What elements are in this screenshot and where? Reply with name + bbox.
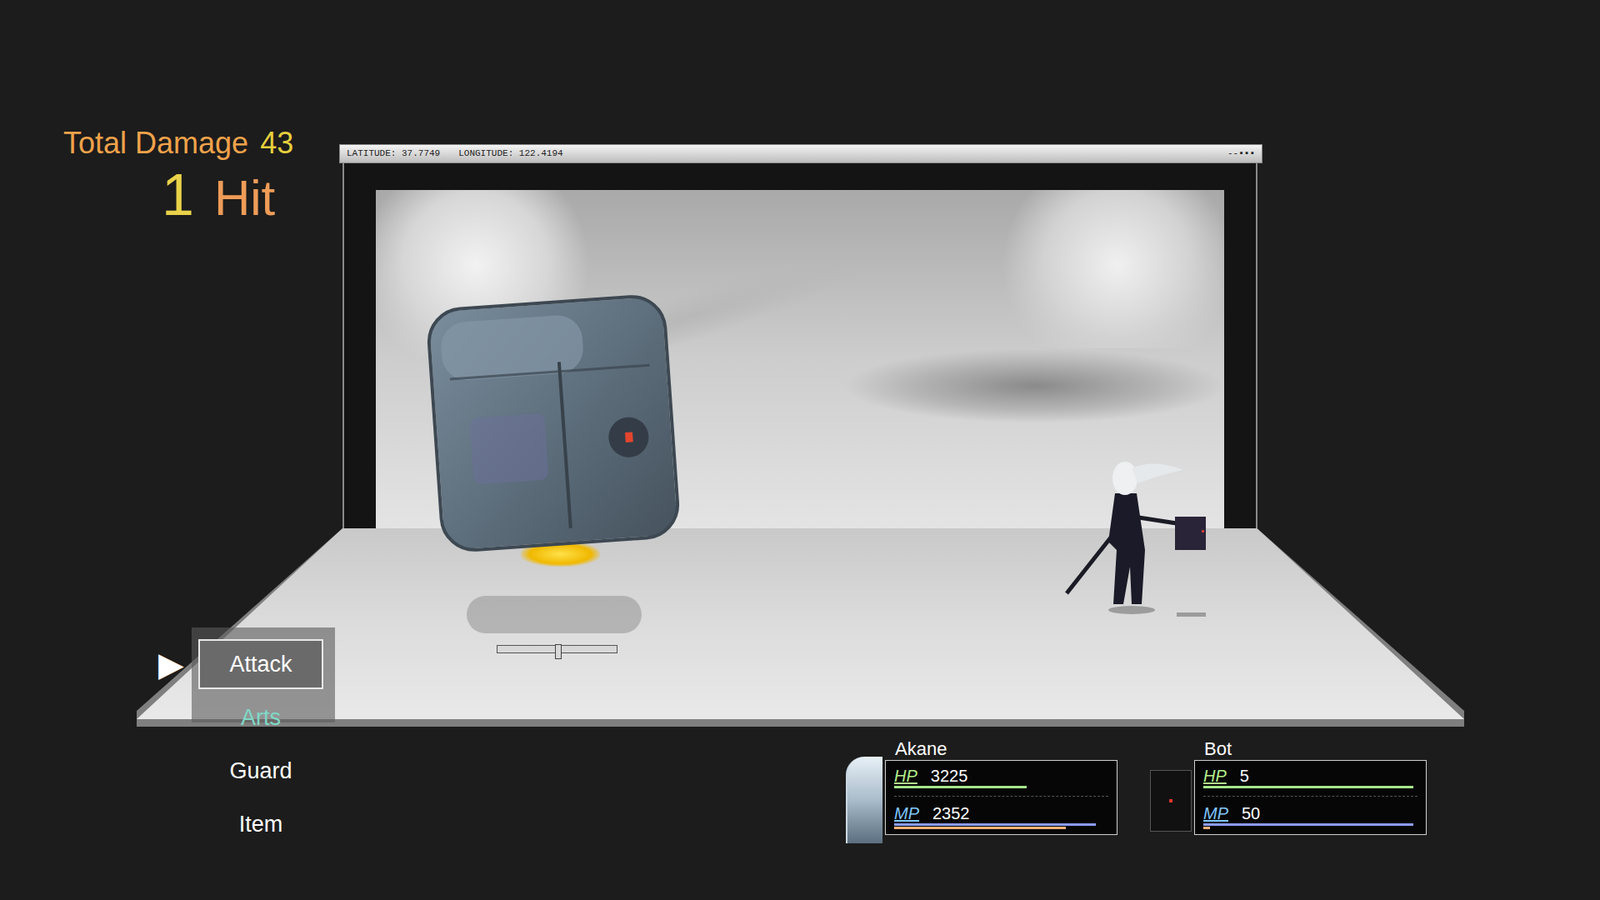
hp-bar (894, 785, 1109, 789)
combo-counter: Total Damage 43 1 Hit (63, 125, 294, 232)
cursor-icon: ▶ (158, 807, 199, 841)
status-box: HP 3225 MP 2352 (885, 760, 1118, 835)
hp-row: HP 5 (1203, 765, 1418, 789)
member-name: Akane (885, 738, 1118, 760)
enemy-eye-icon (607, 415, 650, 459)
bot-eye-icon (1169, 799, 1173, 803)
menu-item[interactable]: ▶ Attack (158, 637, 324, 691)
menu-item[interactable]: ▶ Arts (158, 690, 324, 745)
hp-value: 5 (1240, 765, 1250, 786)
mp-bar (894, 823, 1109, 826)
akane-portrait (845, 756, 883, 844)
enemy-shadow (466, 595, 642, 634)
mp-value: 2352 (932, 803, 970, 824)
hp-row: HP 3225 (894, 765, 1109, 789)
menu-item[interactable]: ▶ Item (158, 797, 324, 851)
status-box: HP 5 MP 50 (1194, 760, 1427, 835)
longitude-text: LONGITUDE: 122.4194 (458, 146, 563, 161)
mp-label: MP (1203, 803, 1229, 824)
mp-row: MP 2352 (894, 803, 1109, 830)
battle-screen: Total Damage 43 1 Hit LATITUDE: 37.7749 LONGI… (0, 0, 1600, 900)
bot-portrait (1150, 770, 1192, 832)
menu-item-label: Attack (229, 647, 292, 682)
hp-label: HP (1203, 765, 1227, 786)
cursor-icon: ▶ (158, 647, 199, 681)
enemy-gauge (496, 645, 618, 654)
tp-bar (894, 826, 1109, 830)
hit-label: Hit (214, 165, 275, 232)
mp-bar (1203, 823, 1418, 826)
party-member: Bot HP 5 MP 50 (1150, 738, 1427, 835)
menu-item-label: Guard (229, 754, 292, 789)
mp-label: MP (894, 803, 920, 824)
hero-sprite (1058, 450, 1217, 617)
window-controls[interactable]: --▪▪▪ (1227, 146, 1255, 161)
hit-count: 1 (161, 161, 195, 229)
stage-titlebar: LATITUDE: 37.7749 LONGITUDE: 122.4194 --▪▪… (339, 144, 1263, 164)
total-damage-label: Total Damage (63, 125, 249, 162)
party-status: Akane HP 3225 MP 2352 Bot HP 5 MP 50 (845, 738, 1427, 835)
party-member: Akane HP 3225 MP 2352 (845, 738, 1118, 835)
command-menu: ▶ Attack ▶ Arts ▶ Guard ▶ Item (158, 637, 324, 851)
mp-value: 50 (1241, 803, 1260, 824)
tp-bar (1203, 826, 1418, 830)
latitude-text: LATITUDE: 37.7749 (346, 146, 440, 161)
menu-item[interactable]: ▶ Guard (158, 744, 324, 798)
menu-item-label: Item (239, 807, 284, 842)
mp-row: MP 50 (1203, 803, 1418, 830)
enemy-cube (425, 292, 682, 554)
cursor-icon: ▶ (158, 754, 199, 788)
hp-bar (1203, 785, 1418, 789)
menu-item-label: Arts (240, 700, 281, 735)
hp-value: 3225 (930, 765, 969, 786)
stage-floor (136, 528, 1465, 727)
cursor-icon: ▶ (158, 700, 199, 735)
total-damage-value: 43 (260, 125, 294, 162)
member-name: Bot (1194, 738, 1427, 760)
hp-label: HP (894, 765, 918, 786)
